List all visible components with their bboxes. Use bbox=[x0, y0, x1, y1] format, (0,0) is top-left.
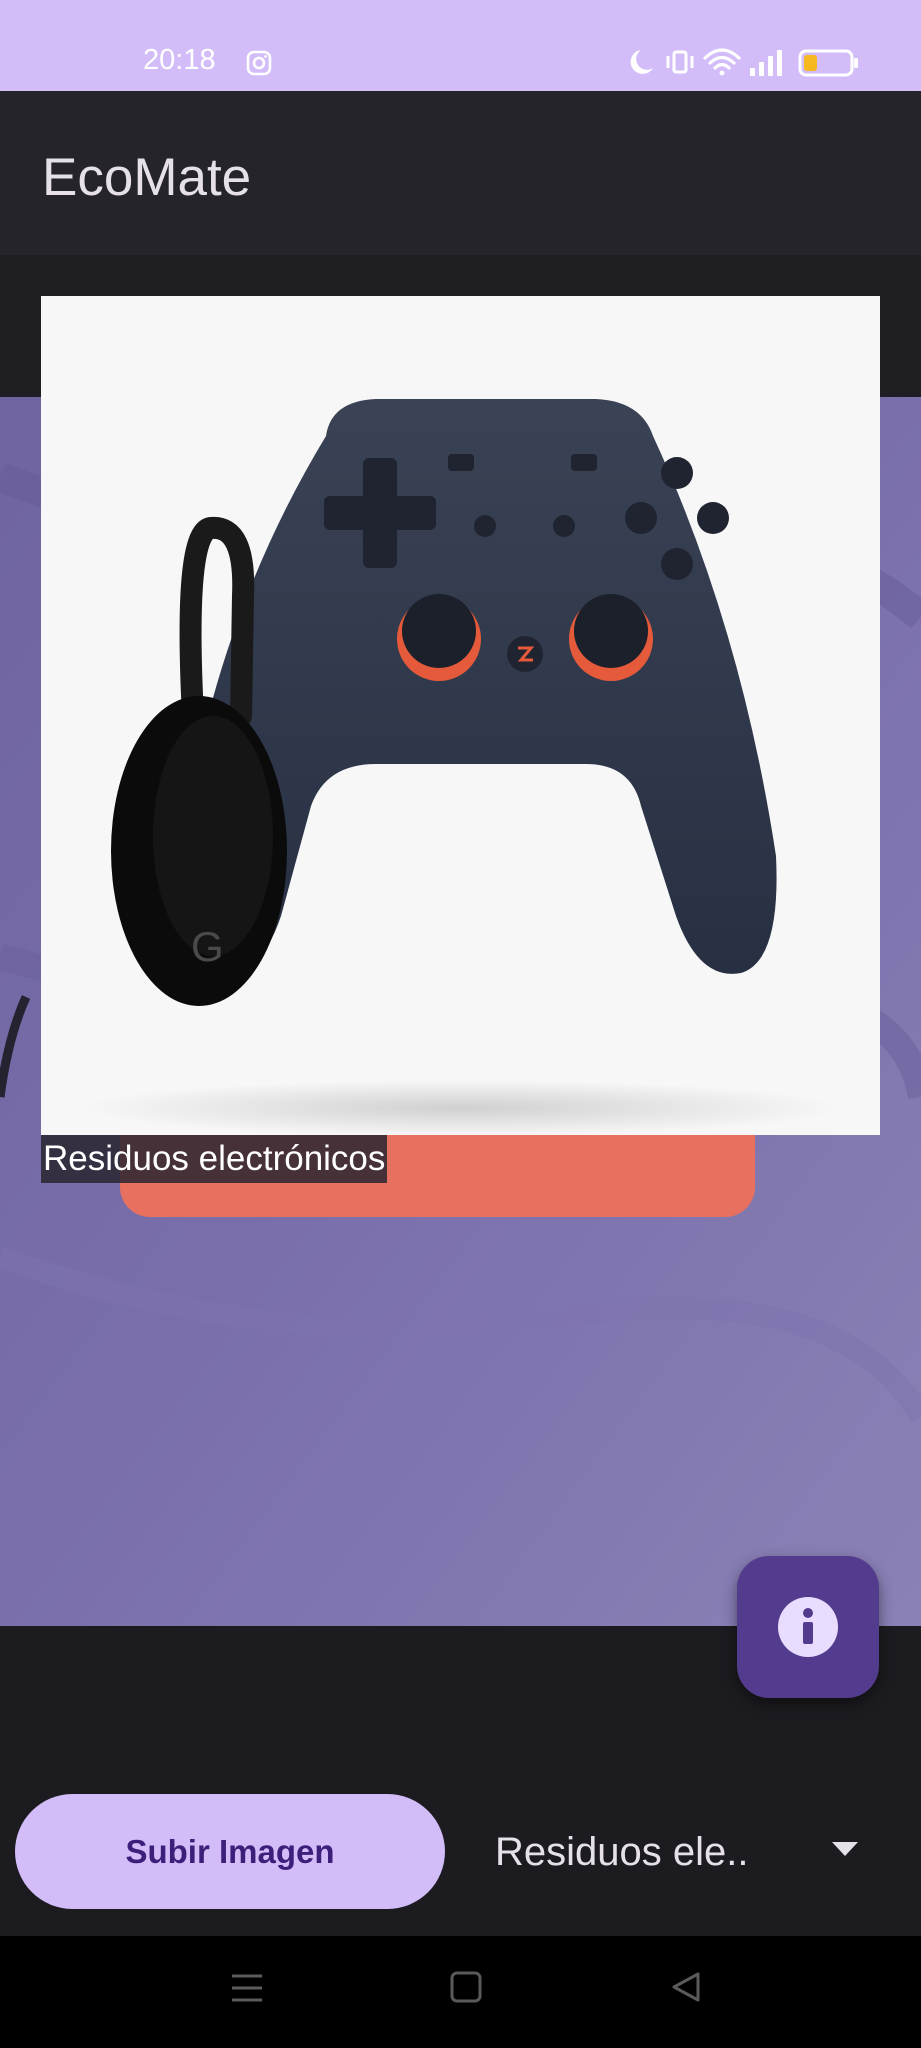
controller-image: G bbox=[81, 399, 841, 1135]
back-icon[interactable] bbox=[669, 1970, 703, 2004]
svg-text:G: G bbox=[191, 923, 224, 970]
home-icon[interactable] bbox=[449, 1970, 483, 2004]
classification-label: Residuos electrónicos bbox=[41, 1135, 388, 1183]
dropdown-arrow-icon bbox=[832, 1842, 858, 1856]
vibrate-icon bbox=[666, 50, 694, 74]
menu-icon[interactable] bbox=[230, 1971, 264, 2005]
upload-image-button[interactable]: Subir Imagen bbox=[15, 1794, 445, 1909]
info-icon bbox=[778, 1597, 838, 1657]
signal-icon bbox=[750, 50, 782, 76]
moon-icon bbox=[630, 50, 653, 74]
app-title: EcoMate bbox=[42, 148, 252, 207]
instagram-icon bbox=[246, 50, 272, 76]
battery-icon bbox=[798, 49, 858, 77]
status-time: 20:18 bbox=[143, 44, 216, 76]
dropdown-selected-value: Residuos ele.. bbox=[495, 1830, 749, 1874]
wifi-icon bbox=[703, 48, 741, 76]
category-dropdown[interactable]: Residuos ele.. bbox=[495, 1794, 875, 1909]
navigation-bar bbox=[0, 1936, 921, 2048]
status-icons bbox=[630, 48, 858, 77]
product-image: G bbox=[41, 296, 880, 1135]
info-button[interactable] bbox=[737, 1556, 879, 1698]
